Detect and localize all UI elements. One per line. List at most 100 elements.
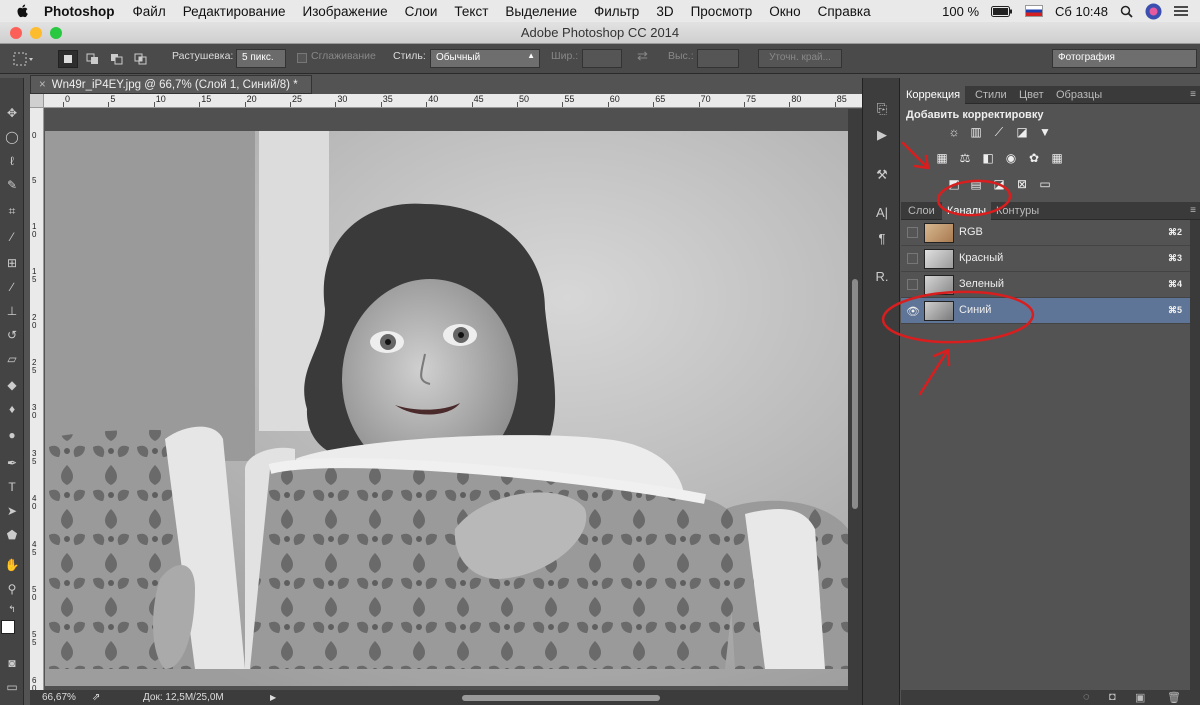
vertical-scrollbar-thumb[interactable] [852,279,858,509]
menu-file[interactable]: Файл [133,4,166,19]
horizontal-scrollbar-thumb[interactable] [462,695,660,701]
intersect-selection-icon[interactable] [132,51,150,67]
vertical-ruler[interactable]: 0 5 10 15 20 25 30 35 40 45 50 55 60 [30,108,44,694]
ruler-corner[interactable] [30,94,44,108]
tab-paths[interactable]: Контуры [991,202,1044,220]
spotlight-search-icon[interactable] [1120,5,1133,18]
hand-tool-icon[interactable]: ✋ [3,556,21,574]
menu-3d[interactable]: 3D [656,4,673,19]
ellipse-marquee-tool-icon[interactable]: ◯ [3,128,21,146]
document-canvas[interactable] [45,109,848,694]
threshold-icon[interactable]: ◪ [991,177,1007,191]
tab-layers[interactable]: Слои [903,202,940,220]
pen-tool-icon[interactable]: ✒ [3,454,21,472]
trash-icon[interactable]: 🗑 [1167,691,1181,704]
export-icon[interactable]: ⇗ [92,690,100,705]
brightness-contrast-icon[interactable]: ☼ [946,125,962,139]
menu-filter[interactable]: Фильтр [594,4,639,19]
menu-window[interactable]: Окно [769,4,800,19]
width-input[interactable] [582,49,622,68]
subtract-from-selection-icon[interactable] [108,51,126,67]
tab-correction[interactable]: Коррекция [901,86,966,104]
brush-tool-icon[interactable]: ∕ [3,278,21,296]
window-zoom-button[interactable] [50,27,62,39]
color-balance-icon[interactable]: ⚖ [957,151,973,165]
vertical-scrollbar[interactable] [848,109,862,694]
quick-mask-icon[interactable]: ◙ [3,654,21,672]
menu-type[interactable]: Текст [454,4,488,19]
menu-list-icon[interactable] [1174,5,1188,17]
antialias-checkbox[interactable] [297,53,307,63]
paint-bucket-tool-icon[interactable]: ◆ [3,376,21,394]
hue-saturation-icon[interactable]: ▦ [934,151,950,165]
channel-row-red[interactable]: Красный ⌘3 [901,246,1190,272]
marquee-tool-preset-icon[interactable] [12,51,34,67]
history-brush-tool-icon[interactable]: ↺ [3,326,21,344]
properties-panel-icon[interactable]: R. [873,268,891,286]
foreground-color-swatch[interactable] [1,620,15,634]
color-lookup-icon[interactable]: ▦ [1049,151,1065,165]
status-menu-arrow-icon[interactable]: ▶ [270,690,276,705]
zoom-tool-icon[interactable]: ⚲ [3,580,21,598]
channel-row-green[interactable]: Зеленый ⌘4 [901,272,1190,298]
height-input[interactable] [697,49,739,68]
swap-dimensions-icon[interactable]: ⇄ [637,48,648,64]
lasso-tool-icon[interactable]: ℓ [3,152,21,170]
window-minimize-button[interactable] [30,27,42,39]
feather-input[interactable]: 5 пикс. [236,49,286,68]
exposure-icon[interactable]: ◪ [1014,125,1030,139]
menu-image[interactable]: Изображение [303,4,388,19]
invert-icon[interactable]: ◩ [946,177,962,191]
style-select[interactable]: Обычный ▲ [430,49,540,68]
tab-swatches[interactable]: Образцы [1051,86,1107,104]
workspace-select[interactable]: Фотография [1052,49,1197,68]
move-tool-icon[interactable]: ✥ [3,104,21,122]
dodge-tool-icon[interactable]: ● [3,426,21,444]
actions-panel-icon[interactable]: ▶ [873,126,891,144]
window-close-button[interactable] [10,27,22,39]
tab-color[interactable]: Цвет [1014,86,1049,104]
black-white-icon[interactable]: ◧ [980,151,996,165]
visibility-toggle[interactable] [907,253,918,264]
channel-mixer-icon[interactable]: ✿ [1026,151,1042,165]
new-channel-icon[interactable]: ▣ [1135,691,1145,704]
type-tool-icon[interactable]: T [3,478,21,496]
healing-brush-tool-icon[interactable]: ⊞ [3,254,21,272]
tab-styles[interactable]: Стили [970,86,1012,104]
levels-icon[interactable]: ▥ [968,125,984,139]
history-panel-icon[interactable]: ⎘ [873,100,891,118]
photo-filter-icon[interactable]: ◉ [1003,151,1019,165]
swap-colors-icon[interactable]: ↰ [3,600,21,618]
document-info[interactable]: Док: 12,5M/25,0M [143,690,224,705]
apple-logo-icon[interactable] [16,4,30,18]
curves-icon[interactable]: ⟋ [991,125,1007,139]
battery-icon[interactable] [991,5,1013,17]
vibrance-icon[interactable]: ▼ [1037,125,1053,139]
visibility-toggle[interactable] [907,227,918,238]
blur-tool-icon[interactable]: ♦ [3,400,21,418]
channel-row-rgb[interactable]: RGB ⌘2 [901,220,1190,246]
notification-center-icon[interactable] [1145,3,1162,20]
panel-menu-icon[interactable]: ≡ [1190,205,1196,216]
horizontal-ruler[interactable]: 0 5 10 15 20 25 30 35 40 45 50 55 60 65 70 75 80 85 [30,94,862,108]
clone-stamp-tool-icon[interactable]: ⊥ [3,302,21,320]
character-panel-icon[interactable]: A| [873,204,891,222]
input-language-flag-icon[interactable] [1025,5,1044,17]
load-channel-as-selection-icon[interactable]: ◌ [1083,691,1090,703]
screen-mode-icon[interactable]: ▭ [3,678,21,696]
channel-row-blue[interactable]: 👁 Синий ⌘5 [901,298,1190,324]
selective-color-icon[interactable]: ⊠ [1014,177,1030,191]
save-selection-as-channel-icon[interactable]: ◘ [1109,691,1116,703]
document-tab[interactable]: × Wn49r_iP4EY.jpg @ 66,7% (Слой 1, Синий/… [30,75,312,94]
menu-view[interactable]: Просмотр [691,4,753,19]
menubar-clock[interactable]: Сб 10:48 [1055,4,1108,19]
gradient-map-icon[interactable]: ▭ [1037,177,1053,191]
eraser-tool-icon[interactable]: ▱ [3,350,21,368]
tool-presets-icon[interactable]: ⚒ [873,166,891,184]
menu-help[interactable]: Справка [818,4,871,19]
add-to-selection-icon[interactable] [84,51,102,67]
paragraph-panel-icon[interactable]: ¶ [873,230,891,248]
refine-edge-button[interactable]: Уточн. край... [758,49,842,68]
tab-channels[interactable]: Каналы [942,202,992,220]
menu-select[interactable]: Выделение [505,4,577,19]
